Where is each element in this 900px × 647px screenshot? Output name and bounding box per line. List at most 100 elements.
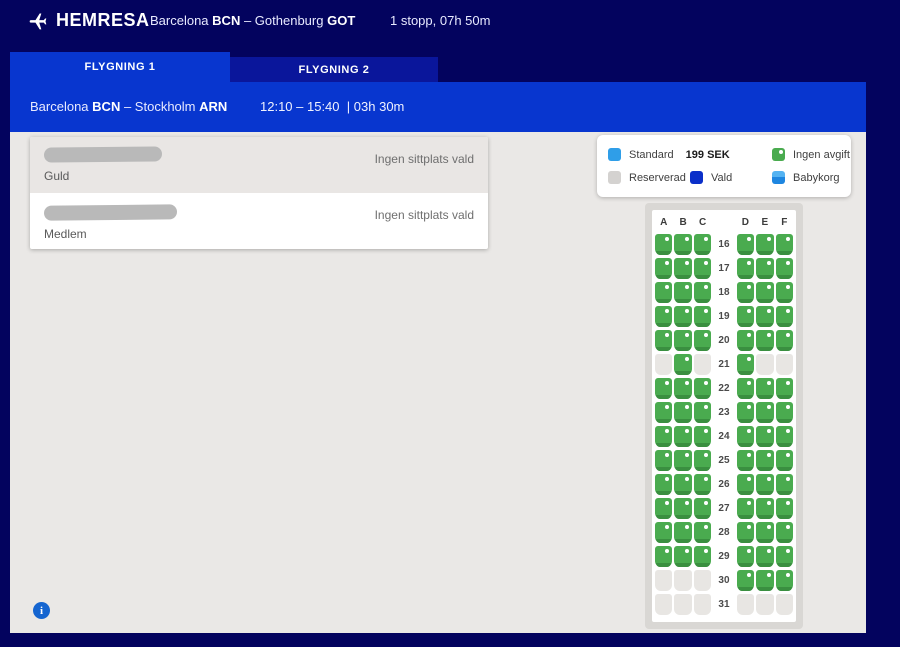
seat-17F[interactable] [776,258,793,279]
seat-16A[interactable] [655,234,672,255]
row-number: 22 [712,383,735,394]
passenger-card: Guld Ingen sittplats vald Medlem Ingen s… [30,137,488,249]
seat-20F[interactable] [776,330,793,351]
seat-30F[interactable] [776,570,793,591]
seat-row: 25 [654,448,794,472]
seat-16B[interactable] [674,234,691,255]
seat-27B[interactable] [674,498,691,519]
seat-20C[interactable] [694,330,711,351]
journey-summary: 1 stopp, 07h 50m [390,13,490,28]
seat-25A[interactable] [655,450,672,471]
seat-24A[interactable] [655,426,672,447]
seat-24D[interactable] [737,426,754,447]
seat-22D[interactable] [737,378,754,399]
seat-22B[interactable] [674,378,691,399]
seat-20E[interactable] [756,330,773,351]
seat-18E[interactable] [756,282,773,303]
seat-16D[interactable] [737,234,754,255]
tab-flygning-1[interactable]: FLYGNING 1 [10,52,230,82]
seat-19D[interactable] [737,306,754,327]
seat-25C[interactable] [694,450,711,471]
flight-times: 12:10 – 15:40 | 03h 30m [260,99,404,114]
seat-17A[interactable] [655,258,672,279]
seat-24E[interactable] [756,426,773,447]
seat-19B[interactable] [674,306,691,327]
seat-25E[interactable] [756,450,773,471]
seat-18F[interactable] [776,282,793,303]
seat-27F[interactable] [776,498,793,519]
passenger-row-2[interactable]: Medlem Ingen sittplats vald [30,193,488,249]
seat-30D[interactable] [737,570,754,591]
seat-24B[interactable] [674,426,691,447]
seat-29F[interactable] [776,546,793,567]
seat-18C[interactable] [694,282,711,303]
seat-26C[interactable] [694,474,711,495]
seat-23C[interactable] [694,402,711,423]
flight-from-code: BCN [92,99,120,114]
seat-29E[interactable] [756,546,773,567]
seat-28F[interactable] [776,522,793,543]
row-number: 16 [712,239,735,250]
seat-26F[interactable] [776,474,793,495]
seat-28D[interactable] [737,522,754,543]
seat-24C[interactable] [694,426,711,447]
seat-26E[interactable] [756,474,773,495]
seat-26A[interactable] [655,474,672,495]
seat-21B[interactable] [674,354,691,375]
seat-23F[interactable] [776,402,793,423]
seat-28E[interactable] [756,522,773,543]
seat-19C[interactable] [694,306,711,327]
seat-17D[interactable] [737,258,754,279]
seat-18D[interactable] [737,282,754,303]
seat-27A[interactable] [655,498,672,519]
seat-26D[interactable] [737,474,754,495]
seat-25B[interactable] [674,450,691,471]
seat-16F[interactable] [776,234,793,255]
seat-19F[interactable] [776,306,793,327]
seat-29C[interactable] [694,546,711,567]
seat-22F[interactable] [776,378,793,399]
info-icon[interactable]: i [33,602,50,619]
seat-28C[interactable] [694,522,711,543]
seat-23B[interactable] [674,402,691,423]
seat-29D[interactable] [737,546,754,567]
seat-19E[interactable] [756,306,773,327]
seat-25F[interactable] [776,450,793,471]
seat-22E[interactable] [756,378,773,399]
seat-29B[interactable] [674,546,691,567]
seat-23A[interactable] [655,402,672,423]
seat-27D[interactable] [737,498,754,519]
seat-28A[interactable] [655,522,672,543]
seat-27C[interactable] [694,498,711,519]
seat-20B[interactable] [674,330,691,351]
seat-16E[interactable] [756,234,773,255]
passenger-row-1[interactable]: Guld Ingen sittplats vald [30,137,488,193]
seat-27E[interactable] [756,498,773,519]
seat-29A[interactable] [655,546,672,567]
seat-column-headers: ABCDEF [654,214,794,232]
seat-16C[interactable] [694,234,711,255]
seat-30E[interactable] [756,570,773,591]
info-glyph: i [40,605,43,617]
seat-23D[interactable] [737,402,754,423]
seat-28B[interactable] [674,522,691,543]
seat-25D[interactable] [737,450,754,471]
seat-26B[interactable] [674,474,691,495]
seat-20D[interactable] [737,330,754,351]
seat-17C[interactable] [694,258,711,279]
seat-17E[interactable] [756,258,773,279]
seat-24F[interactable] [776,426,793,447]
seat-21E [756,354,773,375]
seat-21D[interactable] [737,354,754,375]
seat-23E[interactable] [756,402,773,423]
seat-17B[interactable] [674,258,691,279]
seat-19A[interactable] [655,306,672,327]
seat-22A[interactable] [655,378,672,399]
seat-22C[interactable] [694,378,711,399]
row-number: 17 [712,263,735,274]
tab-flygning-2[interactable]: FLYGNING 2 [230,57,438,82]
seat-18B[interactable] [674,282,691,303]
seat-20A[interactable] [655,330,672,351]
seat-18A[interactable] [655,282,672,303]
seat-30C [694,570,711,591]
